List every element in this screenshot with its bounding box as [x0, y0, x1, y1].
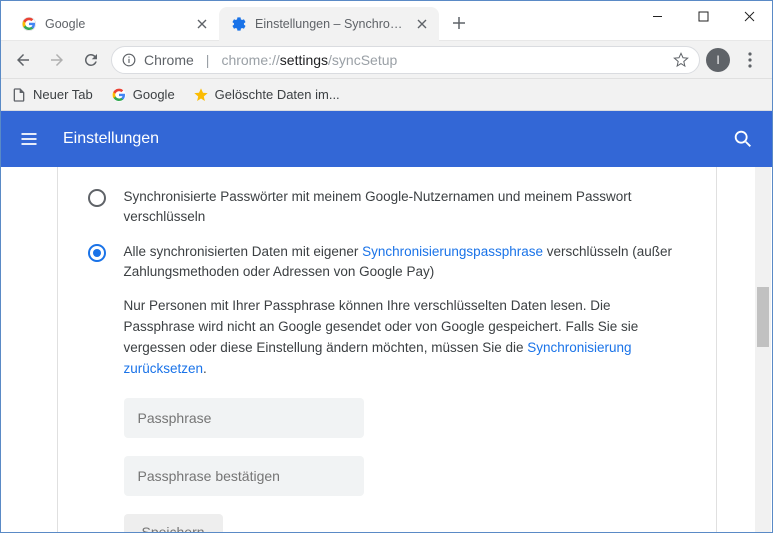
reload-button[interactable] — [77, 46, 105, 74]
radio-icon[interactable] — [88, 189, 106, 207]
confirm-passphrase-input[interactable] — [124, 456, 364, 496]
forward-button[interactable] — [43, 46, 71, 74]
button-label: Speichern — [142, 524, 205, 532]
bookmark-google[interactable]: Google — [111, 87, 175, 103]
bookmark-neuer-tab[interactable]: Neuer Tab — [11, 87, 93, 103]
browser-toolbar: Chrome | chrome://settings/syncSetup I — [1, 41, 772, 79]
site-info-icon[interactable] — [122, 53, 136, 67]
settings-header: Einstellungen — [1, 111, 772, 167]
passphrase-input[interactable] — [124, 398, 364, 438]
google-favicon — [21, 16, 37, 32]
passphrase-help-link[interactable]: Synchronisierungspassphrase — [362, 244, 543, 259]
chrome-menu-button[interactable] — [736, 52, 764, 68]
minimize-button[interactable] — [634, 1, 680, 31]
close-icon[interactable] — [195, 17, 209, 31]
encrypt-google-credentials-option[interactable]: Synchronisierte Passwörter mit meinem Go… — [88, 187, 686, 228]
page-icon — [11, 87, 27, 103]
maximize-button[interactable] — [680, 1, 726, 31]
browser-tab-settings[interactable]: Einstellungen – Synchronisierung — [219, 7, 439, 41]
text: Alle synchronisierten Daten mit eigener — [124, 244, 363, 259]
bookmark-label: Google — [133, 87, 175, 102]
star-icon — [193, 87, 209, 103]
scrollbar-thumb[interactable] — [757, 287, 769, 347]
settings-favicon — [231, 16, 247, 32]
tab-title: Google — [45, 17, 187, 31]
back-button[interactable] — [9, 46, 37, 74]
bookmark-label: Neuer Tab — [33, 87, 93, 102]
browser-tab-google[interactable]: Google — [9, 7, 219, 41]
bookmark-star-icon[interactable] — [673, 52, 689, 68]
passphrase-help-text: Nur Personen mit Ihrer Passphrase können… — [124, 296, 686, 380]
search-icon[interactable] — [732, 128, 754, 150]
radio-label: Alle synchronisierten Daten mit eigener … — [124, 242, 686, 283]
bookmarks-bar: Neuer Tab Google Gelöschte Daten im... — [1, 79, 772, 111]
omnibox-separator: | — [206, 52, 210, 68]
encrypt-passphrase-option[interactable]: Alle synchronisierten Daten mit eigener … — [88, 242, 686, 283]
bookmark-deleted-data[interactable]: Gelöschte Daten im... — [193, 87, 340, 103]
tab-title: Einstellungen – Synchronisierung — [255, 17, 407, 31]
new-tab-button[interactable] — [445, 9, 473, 37]
omnibox-host: Chrome — [144, 52, 194, 68]
profile-avatar[interactable]: I — [706, 48, 730, 72]
text: . — [203, 361, 207, 376]
avatar-initial: I — [716, 53, 719, 67]
omnibox-url: chrome://settings/syncSetup — [221, 52, 397, 68]
window-controls — [634, 1, 772, 31]
sync-setup-panel: Synchronisierte Passwörter mit meinem Go… — [57, 167, 717, 532]
menu-icon[interactable] — [19, 129, 39, 149]
window-titlebar: Google Einstellungen – Synchronisierung — [1, 1, 772, 41]
address-bar[interactable]: Chrome | chrome://settings/syncSetup — [111, 46, 700, 74]
save-button[interactable]: Speichern — [124, 514, 223, 532]
google-icon — [111, 87, 127, 103]
vertical-scrollbar[interactable] — [755, 167, 771, 532]
settings-content-wrap: Synchronisierte Passwörter mit meinem Go… — [1, 167, 772, 532]
bookmark-label: Gelöschte Daten im... — [215, 87, 340, 102]
radio-label: Synchronisierte Passwörter mit meinem Go… — [124, 187, 686, 228]
close-window-button[interactable] — [726, 1, 772, 31]
radio-icon[interactable] — [88, 244, 106, 262]
settings-title: Einstellungen — [63, 130, 708, 148]
close-icon[interactable] — [415, 17, 429, 31]
